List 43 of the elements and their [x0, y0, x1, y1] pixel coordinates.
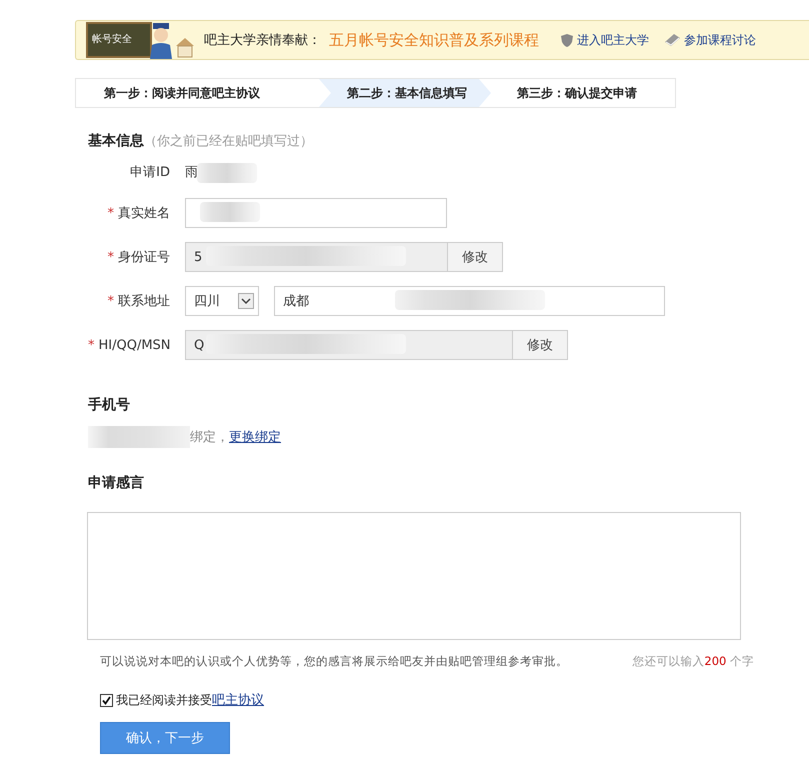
banner-link[interactable]: 参加课程讨论 — [665, 32, 756, 48]
edit-button[interactable]: 修改 — [448, 242, 503, 272]
name-field[interactable] — [185, 198, 447, 228]
step-tab[interactable]: 第一步：阅读并同意吧主协议 — [76, 79, 319, 107]
statement-textarea[interactable] — [87, 512, 741, 640]
check-icon — [102, 696, 111, 704]
required-mark: * — [108, 250, 114, 265]
field-label: * HI/QQ/MSN — [88, 338, 170, 352]
required-mark: * — [108, 294, 114, 309]
phone-status: 绑定， — [190, 429, 229, 446]
field-label: * 真实姓名 — [106, 205, 170, 222]
required-mark: * — [108, 206, 114, 221]
banner-intro: 吧主大学亲情奉献： — [204, 32, 321, 49]
statement-hint: 可以说说对本吧的认识或个人优势等，您的感言将展示给吧友并由贴吧管理组参考审批。 — [100, 654, 568, 669]
province-select[interactable]: 四川 — [185, 286, 259, 316]
section-title: 手机号 — [88, 396, 131, 414]
input-field[interactable]: Q — [185, 330, 513, 360]
agreement-link[interactable]: 吧主协议 — [212, 691, 264, 709]
edit-button[interactable]: 修改 — [513, 330, 568, 360]
section-note: （你之前已经在贴吧填写过） — [144, 134, 313, 149]
section-title: 基本信息 — [88, 133, 144, 149]
agreement-text: 我已经阅读并接受 — [116, 692, 212, 708]
house-icon — [174, 36, 196, 58]
step-tab[interactable]: 第二步：基本信息填写 — [319, 79, 491, 107]
book-icon — [665, 34, 680, 46]
agree-checkbox[interactable] — [100, 694, 113, 706]
address-field[interactable]: 成都 — [274, 286, 665, 316]
field-label: * 身份证号 — [106, 249, 170, 266]
field-label: * 联系地址 — [106, 293, 170, 310]
chalkboard-drawing — [86, 22, 152, 58]
change-binding-link[interactable]: 更换绑定 — [229, 428, 281, 446]
chalkboard-text: 帐号安全 — [92, 32, 132, 46]
required-mark: * — [88, 338, 94, 352]
step-tab[interactable]: 第三步：确认提交申请 — [491, 79, 651, 107]
section-title: 申请感言 — [88, 474, 145, 492]
input-field[interactable]: 5 — [185, 242, 448, 272]
shield-icon — [561, 34, 573, 46]
char-counter: 您还可以输入200 个字 — [632, 654, 754, 669]
field-label: 申请ID — [129, 164, 170, 181]
caret-icon — [238, 293, 254, 309]
field-value: 雨 — [185, 164, 198, 181]
banner-link[interactable]: 进入吧主大学 — [561, 32, 649, 48]
banner-headline: 五月帐号安全知识普及系列课程 — [329, 30, 539, 50]
